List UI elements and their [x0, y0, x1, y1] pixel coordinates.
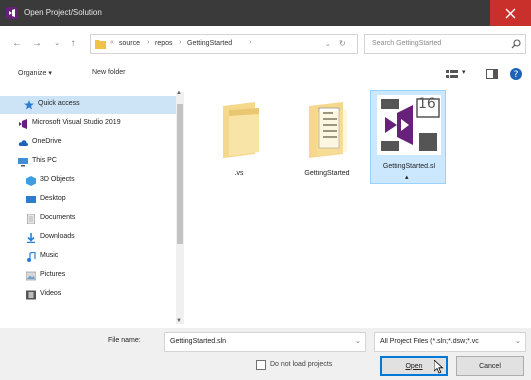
file-name-input[interactable]: GettingStarted.sln ⌄	[164, 332, 366, 352]
help-icon[interactable]: ?	[510, 68, 522, 80]
sidebar-item-music[interactable]: Music	[0, 248, 178, 266]
file-item-vs-folder[interactable]: .vs	[204, 96, 274, 186]
sidebar-item-visual-studio[interactable]: Microsoft Visual Studio 2019	[0, 115, 178, 133]
file-type-value: All Project Files (*.sln;*.dsw;*.vc	[380, 338, 479, 345]
file-list: .vs GettingStarted 16 GettingStarted.sl …	[186, 90, 531, 328]
sidebar-item-desktop[interactable]: Desktop	[0, 191, 178, 209]
music-icon	[27, 252, 36, 262]
window-title: Open Project/Solution	[24, 8, 102, 17]
view-options-icon[interactable]	[446, 69, 458, 79]
preview-pane-icon[interactable]	[486, 69, 498, 79]
open-button-label: Open	[405, 362, 423, 370]
download-icon	[27, 233, 35, 243]
sidebar-item-this-pc[interactable]: This PC	[0, 153, 178, 171]
search-placeholder: Search GettingStarted	[372, 40, 442, 47]
cloud-icon	[18, 140, 28, 146]
file-item-gettingstarted-solution[interactable]: 16 GettingStarted.sl ▴	[370, 90, 446, 184]
forward-arrow-icon[interactable]: →	[30, 36, 44, 50]
organize-button[interactable]: Organize ▾	[18, 69, 52, 77]
search-icon	[511, 39, 521, 49]
breadcrumb-source[interactable]: source	[119, 40, 140, 47]
mouse-cursor-icon	[434, 360, 444, 374]
version-badge: 16	[418, 96, 436, 112]
scroll-down-icon[interactable]: ▼	[176, 318, 182, 324]
search-box[interactable]: Search GettingStarted	[364, 34, 526, 54]
sidebar-item-pictures[interactable]: Pictures	[0, 267, 178, 285]
breadcrumb-gettingstarted[interactable]: GettingStarted	[187, 40, 232, 47]
navigation-scrollbar-thumb[interactable]	[177, 104, 183, 244]
file-name-value: GettingStarted.sln	[170, 338, 227, 345]
sidebar-item-downloads[interactable]: Downloads	[0, 229, 178, 247]
file-type-select[interactable]: All Project Files (*.sln;*.dsw;*.vc ⌄	[374, 332, 526, 352]
chevron-down-icon[interactable]: ⌄	[515, 337, 521, 345]
breadcrumb-separator-icon: ›	[179, 39, 182, 46]
cancel-button-label: Cancel	[479, 362, 501, 370]
command-toolbar: Organize ▾ New folder ▾ ?	[0, 62, 531, 90]
computer-icon	[18, 158, 28, 167]
sidebar-item-3d-objects[interactable]: 3D Objects	[0, 172, 178, 190]
up-arrow-icon[interactable]: ↑	[66, 36, 80, 50]
view-dropdown-icon[interactable]: ▾	[462, 68, 466, 76]
folder-with-files-icon	[309, 102, 347, 158]
sidebar-item-documents[interactable]: Documents	[0, 210, 178, 228]
refresh-icon[interactable]: ↻	[339, 39, 346, 48]
sidebar-item-quick-access[interactable]: Quick access	[0, 96, 178, 114]
do-not-load-checkbox[interactable]	[256, 360, 266, 370]
folder-icon	[95, 40, 106, 49]
title-bar: Open Project/Solution	[0, 0, 531, 26]
folder-icon	[223, 102, 259, 158]
breadcrumb-repos[interactable]: repos	[155, 40, 173, 47]
cancel-button[interactable]: Cancel	[456, 356, 524, 376]
file-name-label: File name:	[108, 337, 141, 344]
file-item-gettingstarted-folder[interactable]: GettingStarted	[292, 96, 362, 186]
more-text-icon: ▴	[405, 174, 409, 181]
star-icon	[24, 100, 34, 110]
recent-locations-chevron-icon[interactable]: ⌄	[50, 36, 64, 50]
navigation-pane: Quick access Microsoft Visual Studio 201…	[0, 90, 186, 328]
breadcrumb-separator-icon: ›	[249, 39, 252, 46]
chevron-down-icon[interactable]: ⌄	[355, 337, 361, 345]
picture-icon	[26, 271, 36, 281]
address-dropdown-icon[interactable]: ⌄	[325, 40, 331, 48]
visual-studio-app-icon	[6, 7, 18, 19]
address-row: ← → ⌄ ↑ « source › repos › GettingStarte…	[0, 26, 531, 62]
close-icon	[505, 8, 516, 18]
breadcrumb-separator-icon: ›	[147, 39, 150, 46]
cube-icon	[26, 176, 36, 186]
sidebar-item-videos[interactable]: Videos	[0, 286, 178, 304]
address-bar[interactable]: « source › repos › GettingStarted › ⌄ ↻	[90, 34, 358, 54]
do-not-load-label: Do not load projects	[270, 361, 333, 368]
close-button[interactable]	[490, 0, 531, 26]
back-arrow-icon[interactable]: ←	[10, 36, 24, 50]
scroll-up-icon[interactable]: ▲	[176, 90, 182, 96]
document-icon	[27, 214, 35, 224]
new-folder-button[interactable]: New folder	[92, 69, 125, 76]
svg-text:?: ?	[514, 70, 519, 80]
desktop-icon	[26, 196, 36, 203]
sidebar-item-onedrive[interactable]: OneDrive	[0, 134, 178, 152]
video-icon	[26, 290, 36, 300]
breadcrumb-separator-icon: «	[110, 39, 114, 46]
visual-studio-icon	[19, 119, 27, 129]
